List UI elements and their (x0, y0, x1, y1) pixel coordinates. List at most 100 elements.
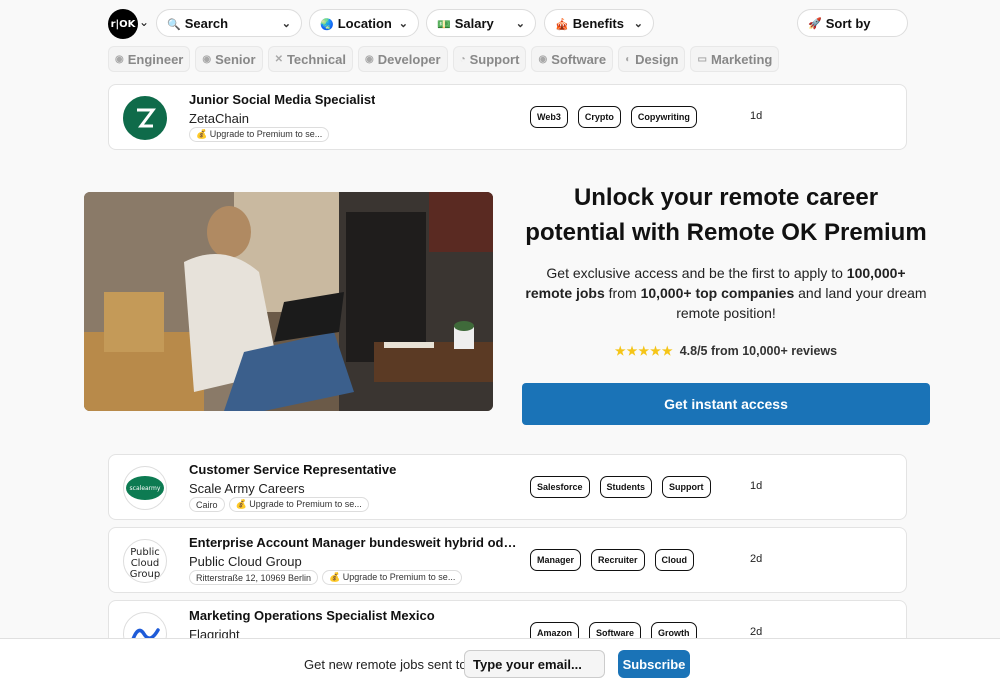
skill-tag[interactable]: Salesforce (530, 476, 590, 498)
promo-desc-text: from (608, 285, 637, 301)
company-logo (123, 96, 167, 140)
tag-label: Support (469, 51, 520, 67)
promo-desc-text: Get exclusive access and be the first to… (546, 265, 843, 281)
chevron-down-icon: ⌄ (281, 17, 291, 30)
job-meta-list: 💰 Upgrade to Premium to se... (189, 127, 330, 142)
promo-title: Unlock your remote career potential with… (525, 184, 927, 246)
skill-tag[interactable]: Cloud (654, 549, 695, 571)
marketing-icon: ▭ (697, 53, 707, 65)
company-name: Public Cloud Group (189, 554, 302, 569)
location-meta[interactable]: Ritterstraße 12, 10969 Berlin (189, 570, 319, 585)
job-meta-list: Cairo 💰 Upgrade to Premium to se... (189, 497, 369, 512)
tag-engineer[interactable]: ◉ Engineer (108, 46, 191, 72)
tag-developer[interactable]: ◉ Developer (357, 46, 448, 72)
magnifier-icon: 🔍 (167, 18, 181, 31)
senior-icon: ◉ (202, 53, 212, 65)
benefits-filter-label: Benefits (572, 15, 624, 31)
company-name: Scale Army Careers (189, 481, 305, 496)
woman-laptop-photo-icon (84, 192, 493, 411)
chevron-down-icon: ⌄ (633, 17, 643, 30)
skill-tag[interactable]: Recruiter (591, 549, 645, 571)
tag-support[interactable]: ◔ Support (452, 46, 527, 72)
svg-text:Public: Public (130, 547, 160, 558)
skill-tag[interactable]: Copywriting (630, 106, 697, 128)
chevron-down-icon[interactable]: ⌄ (139, 15, 149, 29)
job-meta-list: Ritterstraße 12, 10969 Berlin 💰 Upgrade … (189, 570, 463, 585)
zetachain-logo-icon (137, 108, 156, 128)
chevron-down-icon: ⌄ (398, 17, 408, 30)
skill-tag[interactable]: Crypto (577, 106, 621, 128)
job-title[interactable]: Customer Service Representative (189, 462, 396, 477)
tag-marketing[interactable]: ▭ Marketing (690, 46, 780, 72)
tag-software[interactable]: ◉ Software (531, 46, 614, 72)
job-age: 2d (750, 553, 763, 565)
skill-tags: Salesforce Students Support (530, 476, 711, 498)
money-icon: 💵 (437, 18, 451, 31)
svg-text:scalearmy: scalearmy (130, 485, 161, 492)
chevron-down-icon: ⌄ (515, 17, 525, 30)
scalearmy-logo-icon: scalearmy (126, 476, 164, 500)
skill-tag[interactable]: Support (662, 476, 711, 498)
salary-filter[interactable]: 💵 Salary ⌄ (426, 9, 536, 37)
job-age: 1d (750, 110, 763, 122)
tag-senior[interactable]: ◉ Senior (195, 46, 263, 72)
job-title[interactable]: Enterprise Account Manager bundesweit hy… (189, 535, 519, 550)
top-filter-bar: r|OK ⌄ 🔍 Search ⌄ 🌏 Location ⌄ 💵 Salary ⌄ 🎪… (108, 8, 908, 39)
job-row[interactable]: scalearmy Customer Service Representativ… (108, 454, 907, 520)
skill-tags: Manager Recruiter Cloud (530, 549, 695, 571)
location-filter[interactable]: 🌏 Location ⌄ (309, 9, 419, 37)
tag-technical[interactable]: ✕ Technical (267, 46, 353, 72)
skill-tag[interactable]: Web3 (530, 106, 568, 128)
salary-meta[interactable]: 💰 Upgrade to Premium to se... (189, 127, 330, 142)
search-filter[interactable]: 🔍 Search ⌄ (156, 9, 302, 37)
job-title[interactable]: Marketing Operations Specialist Mexico (189, 608, 435, 623)
salary-meta[interactable]: 💰 Upgrade to Premium to se... (228, 497, 369, 512)
location-filter-label: Location (337, 15, 392, 31)
tag-label: Technical (286, 51, 346, 67)
palette-icon: ◐ (625, 53, 632, 65)
salary-filter-label: Salary (454, 15, 494, 31)
globe-icon: 🌏 (320, 18, 334, 31)
benefits-filter[interactable]: 🎪 Benefits ⌄ (544, 9, 654, 37)
tag-label: Senior (215, 51, 256, 67)
newsletter-text: Get new remote jobs sent to (304, 657, 467, 672)
sort-icon: 🚀 (808, 17, 822, 30)
get-instant-access-button[interactable]: Get instant access (522, 383, 930, 425)
software-icon: ◉ (538, 53, 548, 65)
company-logo: Public Cloud Group (123, 539, 167, 583)
company-name: ZetaChain (189, 111, 249, 126)
svg-text:Cloud: Cloud (131, 558, 160, 569)
promo-description: Get exclusive access and be the first to… (522, 263, 930, 323)
svg-text:Group: Group (130, 569, 160, 580)
headset-icon: ◔ (459, 53, 466, 65)
salary-meta[interactable]: 💰 Upgrade to Premium to se... (322, 570, 463, 585)
publiccloud-logo-icon: PublicCloudGroup (130, 547, 160, 580)
tag-label: Marketing (710, 51, 773, 67)
promo-image (84, 192, 493, 411)
skill-tag[interactable]: Manager (530, 549, 582, 571)
email-field[interactable]: Type your email... (464, 650, 605, 678)
tag-design[interactable]: ◐ Design (618, 46, 686, 72)
sort-by-button[interactable]: 🚀 Sort by (797, 9, 908, 37)
newsletter-bar: Get new remote jobs sent to Type your em… (0, 638, 1000, 695)
rating-text: 4.8/5 from 10,000+ reviews (679, 344, 838, 358)
remoteok-logo[interactable]: r|OK (108, 9, 138, 39)
job-age: 1d (750, 480, 763, 492)
star-rating-icon: ★★★★★ (614, 344, 674, 358)
skill-tag[interactable]: Students (599, 476, 653, 498)
company-logo: scalearmy (123, 466, 167, 510)
skill-tags: Web3 Crypto Copywriting (530, 106, 697, 128)
tag-label: Software (551, 51, 607, 67)
tag-label: Engineer (127, 51, 184, 67)
subscribe-button[interactable]: Subscribe (618, 650, 690, 678)
job-age: 2d (750, 626, 763, 638)
reviews-rating: ★★★★★ 4.8/5 from 10,000+ reviews (522, 344, 930, 358)
job-title[interactable]: Junior Social Media Specialist (189, 92, 375, 107)
tools-icon: ✕ (274, 53, 283, 65)
job-row[interactable]: Public Cloud Group Enterprise Account Mana… (108, 527, 907, 593)
location-meta[interactable]: Cairo (189, 497, 225, 512)
tag-filter-row: ◉ Engineer ◉ Senior ✕ Technical ◉ Developer … (108, 46, 780, 72)
job-row[interactable]: Junior Social Media Specialist ZetaChain… (108, 84, 907, 150)
search-filter-label: Search (184, 15, 229, 31)
engineer-icon: ◉ (115, 53, 124, 65)
